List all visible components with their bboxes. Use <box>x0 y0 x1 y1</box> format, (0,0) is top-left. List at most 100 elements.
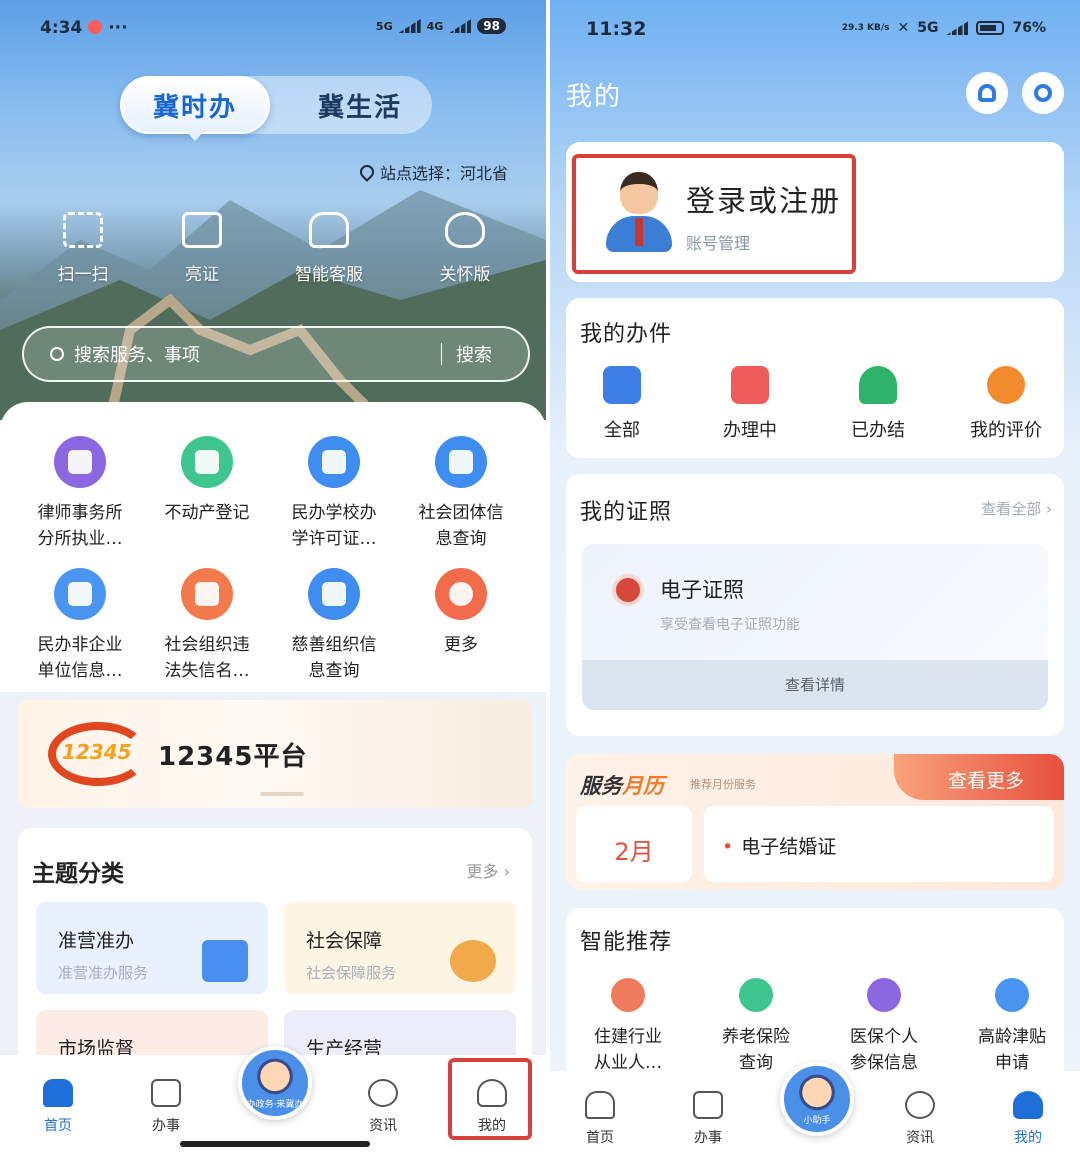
status-time: 11:32 <box>586 18 647 40</box>
left-phone-screen: 4:34 ··· 5G 4G 98 冀时办 冀生活 站点选择：河北省 扫一扫 亮… <box>0 0 546 1155</box>
tab-news[interactable]: 资讯 <box>880 1091 960 1147</box>
topics-more-link[interactable]: 更多 › <box>467 858 511 882</box>
quick-show-id[interactable]: 亮证 <box>157 212 247 285</box>
group-info-icon <box>435 436 487 488</box>
banner-12345[interactable]: 12345 12345平台 <box>18 700 532 808</box>
home-icon <box>585 1091 615 1119</box>
property-icon <box>181 436 233 488</box>
search-button[interactable]: 搜索 <box>456 341 492 367</box>
banner-title: 12345平台 <box>158 742 308 772</box>
service-item[interactable]: 民办学校办 学许可证… <box>274 436 394 552</box>
id-card-icon <box>182 212 222 248</box>
service-item[interactable]: 律师事务所 分所执业… <box>20 436 140 552</box>
home-indicator <box>180 1141 370 1147</box>
section-title: 我的证照 <box>580 500 673 525</box>
document-icon <box>54 436 106 488</box>
cases-my-reviews[interactable]: 我的评价 <box>958 366 1054 442</box>
section-title: 主题分类 <box>32 861 124 887</box>
scan-icon <box>63 212 103 248</box>
quick-scan[interactable]: 扫一扫 <box>38 212 128 285</box>
page-title: 我的 <box>566 82 623 112</box>
recommend-item[interactable]: 养老保险 查询 <box>704 978 808 1076</box>
calendar-view-more[interactable]: 查看更多 <box>894 754 1064 800</box>
calendar-title: 服务月历 <box>580 774 664 798</box>
bell-icon <box>978 84 996 102</box>
cases-completed[interactable]: 已办结 <box>830 366 926 442</box>
elderly-allowance-icon <box>995 978 1029 1012</box>
grid-more-icon <box>435 568 487 620</box>
topic-card[interactable]: 社会保障 社会保障服务 <box>284 902 516 994</box>
status-icons: 5G 4G 98 <box>376 18 506 34</box>
assistant-mascot-button[interactable]: 小助手 <box>780 1062 854 1136</box>
tab-mine[interactable]: 我的 <box>988 1091 1068 1147</box>
licenses-view-all[interactable]: 查看全部 › <box>981 498 1052 519</box>
tab-home[interactable]: 首页 <box>18 1079 98 1135</box>
shield-icon <box>450 940 496 982</box>
highlight-box-login <box>572 154 856 274</box>
building-icon <box>202 940 248 982</box>
calendar-item[interactable]: 电子结婚证 <box>704 806 1054 882</box>
app-switch: 冀时办 冀生活 <box>120 76 432 141</box>
service-calendar: 服务月历 推荐月份服务 查看更多 2月 电子结婚证 <box>566 754 1064 890</box>
service-item[interactable]: 慈善组织信 息查询 <box>274 568 394 684</box>
tab-affairs[interactable]: 办事 <box>126 1079 206 1135</box>
12345-logo: 12345 <box>48 722 148 786</box>
charity-icon <box>308 568 360 620</box>
school-icon <box>308 436 360 488</box>
assistant-mascot-button[interactable]: 办政务·来冀办 <box>238 1046 312 1120</box>
flower-icon <box>987 366 1025 404</box>
search-icon <box>50 347 64 361</box>
tab-news[interactable]: 资讯 <box>343 1079 423 1135</box>
licenses-panel: 我的证照 查看全部 › 电子证照 享受查看电子证照功能 查看详情 <box>566 474 1064 736</box>
status-time: 4:34 ··· <box>40 18 128 38</box>
carousel-indicator <box>260 792 304 796</box>
right-phone-screen: 11:32 29.3 KB/s ✕ 5G 76% 我的 登录或注册 账号管理 我… <box>550 0 1080 1155</box>
service-item[interactable]: 社会团体信 息查询 <box>401 436 521 552</box>
topic-card[interactable]: 准营准办 准营准办服务 <box>36 902 268 994</box>
tab-home[interactable]: 首页 <box>560 1091 640 1147</box>
service-more[interactable]: 更多 <box>401 568 521 658</box>
recommend-item[interactable]: 医保个人 参保信息 <box>832 978 936 1076</box>
service-item[interactable]: 民办非企业 单位信息… <box>20 568 140 684</box>
service-item[interactable]: 社会组织违 法失信名… <box>147 568 267 684</box>
tab-affairs[interactable]: 办事 <box>668 1091 748 1147</box>
mail-icon <box>731 366 769 404</box>
signal-icon <box>946 21 969 35</box>
site-selector[interactable]: 站点选择：河北省 <box>357 160 508 184</box>
search-bar[interactable]: 搜索服务、事项 搜索 <box>22 326 530 382</box>
bookmark-icon <box>693 1091 723 1119</box>
quick-care-mode[interactable]: 关怀版 <box>420 212 510 285</box>
planet-icon <box>368 1079 398 1107</box>
stamp-icon <box>859 366 897 404</box>
user-icon <box>1013 1091 1043 1119</box>
status-icons: 29.3 KB/s ✕ 5G 76% <box>841 20 1046 36</box>
recommend-item[interactable]: 高龄津贴 申请 <box>960 978 1064 1076</box>
service-grid: 律师事务所 分所执业… 不动产登记 民办学校办 学许可证… 社会团体信 息查询 民办非… <box>0 402 546 692</box>
battery-icon <box>976 21 1005 35</box>
section-title: 我的办件 <box>580 322 673 347</box>
settings-button[interactable] <box>1022 72 1064 114</box>
calendar-month[interactable]: 2月 <box>576 806 692 882</box>
hero-banner: 4:34 ··· 5G 4G 98 冀时办 冀生活 站点选择：河北省 扫一扫 亮… <box>0 0 546 420</box>
section-title: 智能推荐 <box>580 930 673 955</box>
cases-all[interactable]: 全部 <box>574 366 670 442</box>
gear-icon <box>1034 84 1052 102</box>
tab-jishiban[interactable]: 冀时办 <box>120 76 270 141</box>
tab-jishenghuo[interactable]: 冀生活 <box>290 76 430 134</box>
search-input[interactable]: 搜索服务、事项 <box>74 341 441 367</box>
mute-icon: ✕ <box>897 20 910 36</box>
emblem-icon <box>612 574 644 606</box>
recommend-item[interactable]: 住建行业 从业人… <box>576 978 680 1076</box>
battery-icon: 98 <box>477 18 506 34</box>
signal-icon <box>449 19 472 33</box>
service-item[interactable]: 不动产登记 <box>147 436 267 526</box>
medical-icon <box>867 978 901 1012</box>
quick-customer-service[interactable]: 智能客服 <box>284 212 374 285</box>
cases-in-progress[interactable]: 办理中 <box>702 366 798 442</box>
planet-icon <box>905 1091 935 1119</box>
my-cases-panel: 我的办件 全部 办理中 已办结 我的评价 <box>566 298 1064 458</box>
view-details-button[interactable]: 查看详情 <box>582 660 1048 710</box>
e-license-card[interactable]: 电子证照 享受查看电子证照功能 查看详情 <box>582 544 1048 710</box>
notification-button[interactable] <box>966 72 1008 114</box>
location-pin-icon <box>357 162 377 182</box>
